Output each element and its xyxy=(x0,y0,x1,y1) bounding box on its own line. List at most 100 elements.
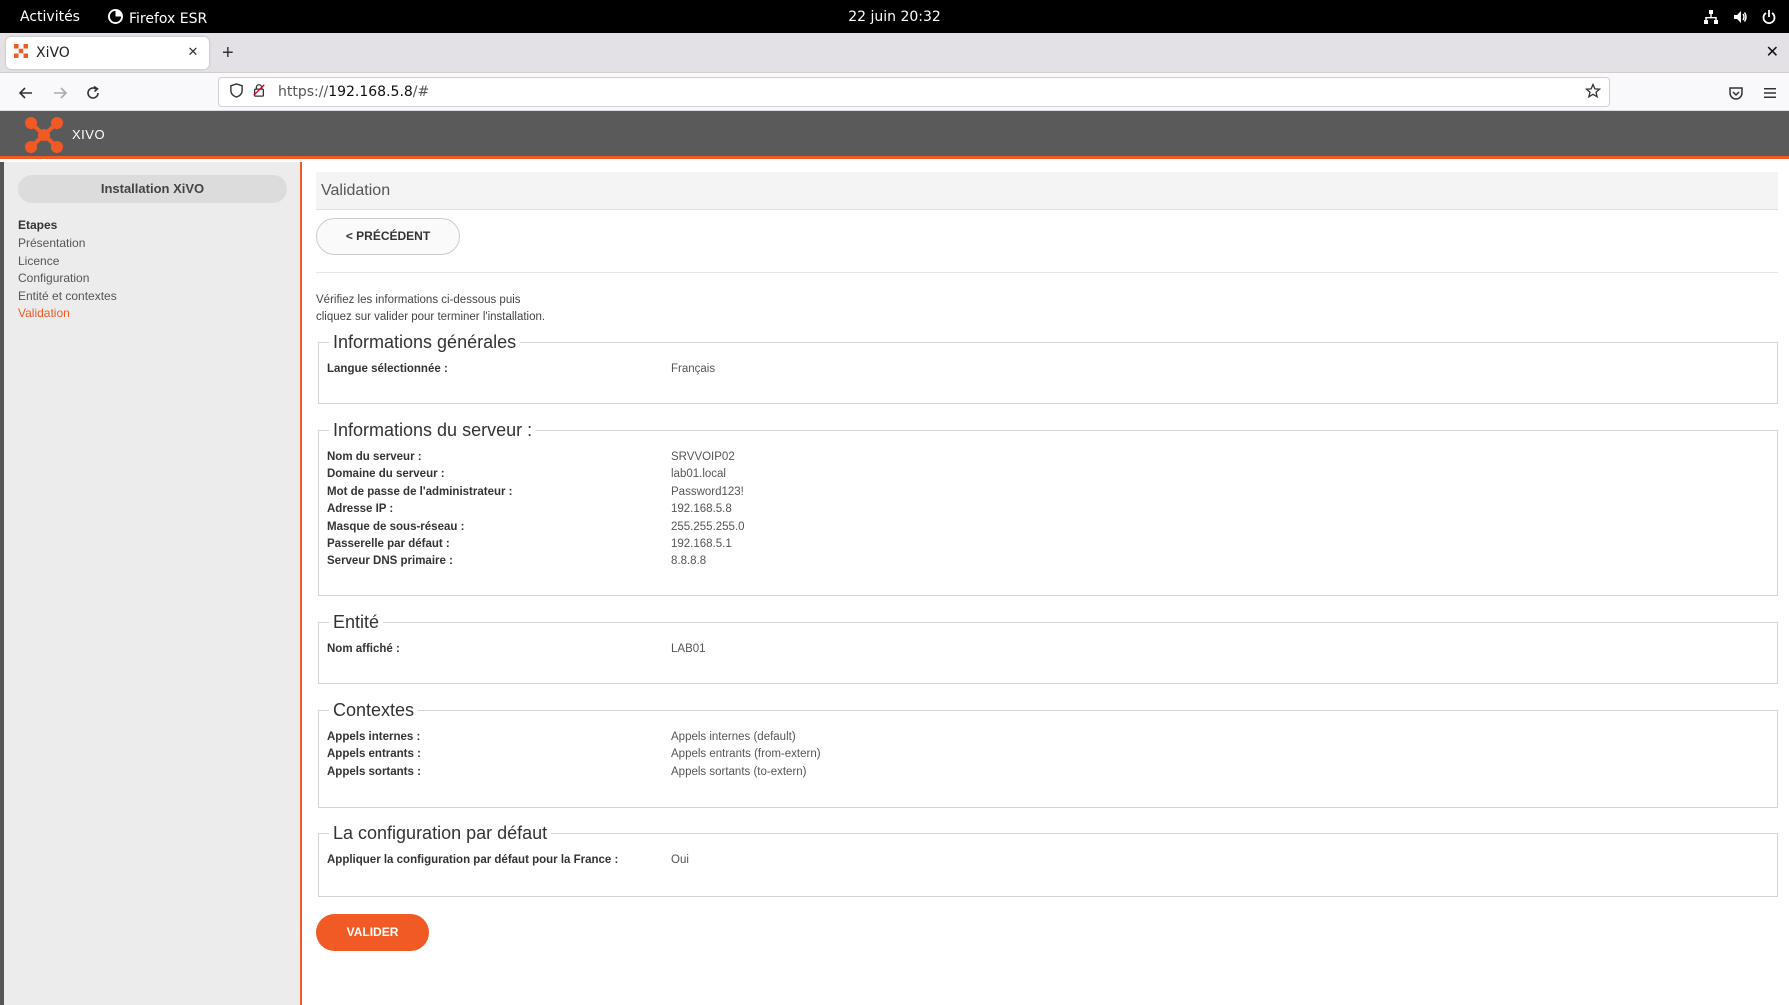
summary-label: Appels sortants : xyxy=(327,765,421,778)
intro-line-2: cliquez sur valider pour terminer l'inst… xyxy=(316,311,546,323)
section-legend: Entité xyxy=(333,612,380,632)
summary-value: SRVVOIP02 xyxy=(671,451,735,463)
summary-row: Nom du serveur : SRVVOIP02 xyxy=(327,451,1769,468)
step-item-validation: Validation xyxy=(18,306,70,320)
summary-value: Oui xyxy=(671,854,689,866)
url-scheme: https:// xyxy=(278,84,329,100)
summary-label: Langue sélectionnée : xyxy=(327,363,448,375)
tab-close-icon[interactable]: ✕ xyxy=(185,45,201,61)
contexts-section: Contextes Appels internes : Appels intern… xyxy=(318,700,1778,808)
summary-row: Appels internes : Appels internes (defaul… xyxy=(327,731,1769,748)
new-tab-icon[interactable]: + xyxy=(222,43,234,63)
forward-arrow-icon[interactable] xyxy=(49,82,71,104)
main-content: Validation < PRÉCÉDENT Vérifiez les info… xyxy=(316,162,1778,951)
step-item-configuration: Configuration xyxy=(18,271,90,285)
section-rows: Nom du serveur : SRVVOIP02 Domaine du serv… xyxy=(319,441,1777,573)
server-info-section: Informations du serveur : Nom du serveur… xyxy=(318,420,1778,596)
xivo-header: XIVO xyxy=(0,111,1789,159)
summary-row: Appliquer la configuration par défaut po… xyxy=(327,854,1769,871)
sidebar: Installation XiVO Etapes Présentation Li… xyxy=(4,162,302,1005)
pocket-icon[interactable] xyxy=(1725,82,1747,104)
summary-value: LAB01 xyxy=(671,643,706,655)
xivo-logo-icon[interactable] xyxy=(24,116,64,154)
section-legend: La configuration par défaut xyxy=(333,823,548,843)
gnome-top-bar: Activités Firefox ESR 22 juin 20:32 xyxy=(0,0,1789,33)
step-item-licence: Licence xyxy=(18,253,60,268)
sidebar-title: Installation XiVO xyxy=(18,175,287,203)
summary-row: Nom affiché : LAB01 xyxy=(327,643,1769,660)
app-menu[interactable]: Firefox ESR xyxy=(108,9,207,28)
section-legend: Informations générales xyxy=(333,332,517,352)
menu-hamburger-icon[interactable] xyxy=(1759,82,1781,104)
summary-value: Password123! xyxy=(671,485,744,498)
summary-label: Appliquer la configuration par défaut po… xyxy=(327,854,619,866)
summary-value: lab01.local xyxy=(671,468,726,481)
intro-text: Vérifiez les informations ci-dessous pui… xyxy=(316,292,716,326)
summary-label: Serveur DNS primaire : xyxy=(327,555,453,568)
summary-label: Appels entrants : xyxy=(327,748,421,761)
summary-value: 8.8.8.8 xyxy=(671,555,707,568)
page-title: Validation xyxy=(316,172,1778,210)
section-rows: Appels internes : Appels internes (defaul… xyxy=(319,721,1777,783)
firefox-icon xyxy=(108,9,123,28)
brand-name: XIVO xyxy=(72,127,106,142)
tab-title: XiVO xyxy=(36,45,70,61)
url-text: https://192.168.5.8/# xyxy=(278,84,429,100)
summary-row: Appels sortants : Appels sortants (to-ext… xyxy=(327,766,1769,783)
section-rows: Langue sélectionnée : Français xyxy=(319,353,1777,380)
summary-label: Adresse IP : xyxy=(327,503,394,516)
summary-value: 192.168.5.8 xyxy=(671,503,732,516)
clock[interactable]: 22 juin 20:32 xyxy=(0,9,1789,25)
summary-row: Mot de passe de l'administrateur : Passwo… xyxy=(327,486,1769,503)
app-name: Firefox ESR xyxy=(129,10,208,27)
summary-label: Masque de sous-réseau : xyxy=(327,520,465,533)
navigation-bar: https://192.168.5.8/# xyxy=(0,73,1789,111)
browser-tab[interactable]: XiVO ✕ xyxy=(6,37,209,69)
summary-row: Masque de sous-réseau : 255.255.255.0 xyxy=(327,521,1769,538)
summary-row: Serveur DNS primaire : 8.8.8.8 xyxy=(327,555,1769,572)
summary-row: Domaine du serveur : lab01.local xyxy=(327,468,1769,485)
network-icon xyxy=(1702,8,1719,25)
summary-label: Domaine du serveur : xyxy=(327,468,445,481)
reload-icon[interactable] xyxy=(82,82,104,104)
summary-value: 192.168.5.1 xyxy=(671,537,732,550)
lock-icon[interactable] xyxy=(252,83,266,101)
section-legend: Contextes xyxy=(333,700,415,720)
summary-row: Langue sélectionnée : Français xyxy=(327,363,1769,380)
summary-label: Nom du serveur : xyxy=(327,451,422,463)
previous-button[interactable]: < PRÉCÉDENT xyxy=(316,218,460,255)
xivo-favicon-icon xyxy=(14,44,28,62)
section-rows: Appliquer la configuration par défaut po… xyxy=(319,844,1777,871)
entity-section: Entité Nom affiché : LAB01 xyxy=(318,612,1778,684)
system-tray[interactable] xyxy=(1702,8,1777,25)
activities-button[interactable]: Activités xyxy=(20,9,80,25)
volume-icon xyxy=(1731,8,1748,25)
steps-list: Présentation Licence Configuration Entit… xyxy=(18,236,117,324)
divider xyxy=(316,272,1778,273)
step-item-entity-contexts: Entité et contextes xyxy=(18,288,117,303)
url-path: /# xyxy=(412,84,430,100)
summary-row: Appels entrants : Appels entrants (from-e… xyxy=(327,748,1769,765)
summary-label: Appels internes : xyxy=(327,731,421,743)
url-bar[interactable]: https://192.168.5.8/# xyxy=(218,77,1610,107)
summary-value: Français xyxy=(671,363,716,375)
summary-value: Appels entrants (from-extern) xyxy=(671,748,821,761)
step-item-presentation: Présentation xyxy=(18,236,86,250)
bookmark-star-icon[interactable] xyxy=(1584,82,1602,103)
shield-icon[interactable] xyxy=(229,82,244,102)
summary-value: Appels internes (default) xyxy=(671,731,796,743)
intro-line-1: Vérifiez les informations ci-dessous pui… xyxy=(316,294,521,306)
default-config-section: La configuration par défaut Appliquer la… xyxy=(318,823,1778,897)
summary-row: Passerelle par défaut : 192.168.5.1 xyxy=(327,538,1769,555)
summary-label: Passerelle par défaut : xyxy=(327,537,450,550)
window-close-icon[interactable]: ✕ xyxy=(1766,42,1779,62)
validate-button[interactable]: VALIDER xyxy=(316,914,429,951)
power-icon xyxy=(1760,8,1777,25)
section-rows: Nom affiché : LAB01 xyxy=(319,633,1777,660)
general-info-section: Informations générales Langue sélectionn… xyxy=(318,332,1778,404)
tab-strip: XiVO ✕ xyxy=(0,33,1789,73)
summary-row: Adresse IP : 192.168.5.8 xyxy=(327,503,1769,520)
summary-value: 255.255.255.0 xyxy=(671,520,745,533)
back-arrow-icon[interactable] xyxy=(15,82,37,104)
section-legend: Informations du serveur : xyxy=(333,420,533,440)
